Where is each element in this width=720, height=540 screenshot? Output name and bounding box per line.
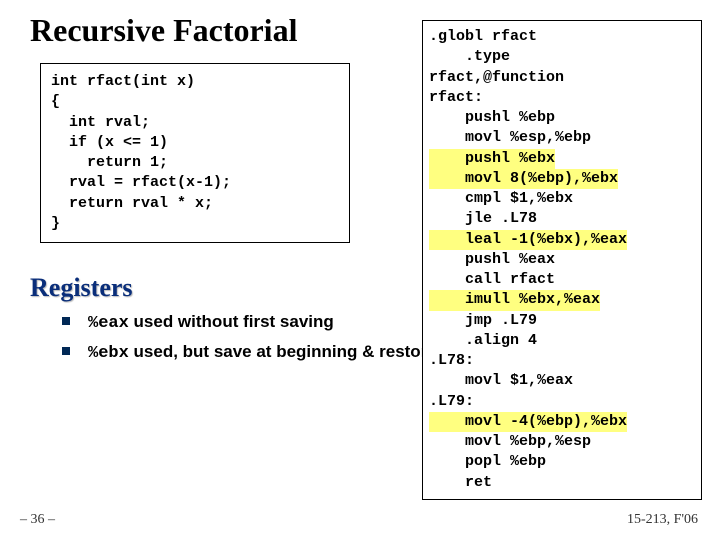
asm-line: movl -4(%ebp),%ebx [429, 412, 695, 432]
asm-line: .globl rfact [429, 27, 695, 47]
slide: Recursive Factorial int rfact(int x) { i… [0, 0, 720, 540]
bullet-text: used without first saving [129, 312, 334, 331]
asm-line: movl $1,%eax [429, 371, 695, 391]
asm-line: leal -1(%ebx),%eax [429, 230, 695, 250]
assembly-code-box: .globl rfact .typerfact,@functionrfact: … [422, 20, 702, 500]
asm-line: pushl %eax [429, 250, 695, 270]
asm-line: .align 4 [429, 331, 695, 351]
asm-highlight: pushl %ebx [429, 149, 555, 169]
asm-highlight: movl -4(%ebp),%ebx [429, 412, 627, 432]
asm-line: pushl %ebp [429, 108, 695, 128]
asm-line: movl %ebp,%esp [429, 432, 695, 452]
asm-line: cmpl $1,%ebx [429, 189, 695, 209]
asm-line: jle .L78 [429, 209, 695, 229]
asm-line: popl %ebp [429, 452, 695, 472]
bullet-mono: %ebx [88, 344, 129, 363]
asm-line: .type [429, 47, 695, 67]
asm-line: ret [429, 473, 695, 493]
asm-line: rfact: [429, 88, 695, 108]
c-code-box: int rfact(int x) { int rval; if (x <= 1)… [40, 63, 350, 243]
asm-line: call rfact [429, 270, 695, 290]
asm-line: pushl %ebx [429, 149, 695, 169]
asm-line: .L79: [429, 392, 695, 412]
course-id: 15-213, F'06 [627, 512, 698, 528]
asm-line: .L78: [429, 351, 695, 371]
asm-line: rfact,@function [429, 68, 695, 88]
asm-line: movl 8(%ebp),%ebx [429, 169, 695, 189]
asm-line: imull %ebx,%eax [429, 290, 695, 310]
asm-highlight: movl 8(%ebp),%ebx [429, 169, 618, 189]
asm-line: movl %esp,%ebp [429, 128, 695, 148]
bullet-mono: %eax [88, 314, 129, 333]
asm-line: jmp .L79 [429, 311, 695, 331]
asm-highlight: imull %ebx,%eax [429, 290, 600, 310]
page-number: – 36 – [20, 512, 55, 528]
asm-highlight: leal -1(%ebx),%eax [429, 230, 627, 250]
